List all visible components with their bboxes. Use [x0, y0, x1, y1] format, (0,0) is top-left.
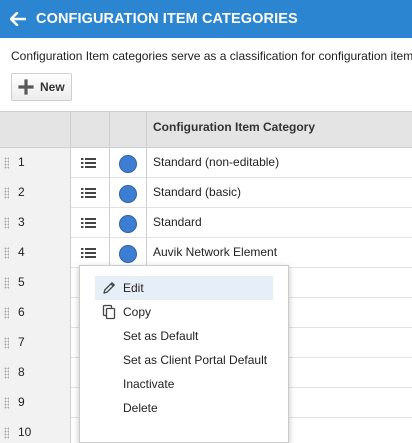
row-menu-icon[interactable]: [80, 215, 98, 231]
copy-icon: [95, 300, 123, 324]
context-menu-item-label: Delete: [123, 401, 158, 415]
category-color-dot: [119, 155, 137, 173]
category-name: Standard (basic): [153, 185, 242, 199]
category-color-dot: [119, 185, 137, 203]
context-menu-item[interactable]: Edit: [95, 276, 273, 300]
plus-icon: [18, 79, 34, 95]
category-name: Standard: [153, 215, 202, 229]
table-row[interactable]: 3 Standard: [0, 208, 412, 238]
row-number-cell: [0, 358, 71, 388]
drag-handle-icon[interactable]: [4, 247, 9, 259]
row-number-cell: [0, 178, 71, 208]
row-number-cell: [0, 388, 71, 418]
back-arrow-icon: [10, 12, 26, 26]
row-number: 8: [18, 365, 25, 379]
row-menu-icon[interactable]: [80, 155, 98, 171]
row-number-cell: [0, 328, 71, 358]
row-number: 7: [18, 335, 25, 349]
context-menu-item-label: Inactivate: [123, 377, 175, 391]
context-menu-item[interactable]: Delete: [95, 396, 273, 420]
back-button[interactable]: [0, 0, 36, 38]
row-number-cell: [0, 268, 71, 298]
category-name: Standard (non-editable): [153, 155, 280, 169]
drag-handle-icon[interactable]: [4, 307, 9, 319]
drag-handle-icon[interactable]: [4, 277, 9, 289]
table-header-row: Configuration Item Category: [0, 112, 412, 148]
table-row[interactable]: 1 Standard (non-editable): [0, 148, 412, 178]
page-header: CONFIGURATION ITEM CATEGORIES: [0, 0, 412, 38]
drag-handle-icon[interactable]: [4, 427, 9, 439]
pencil-icon: [95, 276, 123, 300]
row-number-cell: [0, 418, 71, 443]
new-button[interactable]: New: [11, 73, 72, 101]
context-menu-item[interactable]: Set as Client Portal Default: [95, 348, 273, 372]
context-menu-item[interactable]: Copy: [95, 300, 273, 324]
row-menu-icon[interactable]: [80, 185, 98, 201]
new-button-label: New: [40, 80, 65, 94]
row-number-cell: [0, 238, 71, 268]
context-menu-item[interactable]: Set as Default: [95, 324, 273, 348]
page-description: Configuration Item categories serve as a…: [11, 49, 412, 63]
row-number-cell: [0, 298, 71, 328]
context-menu-item[interactable]: Inactivate: [95, 372, 273, 396]
drag-handle-icon[interactable]: [4, 157, 9, 169]
drag-handle-icon[interactable]: [4, 217, 9, 229]
context-menu-item-label: Set as Default: [123, 329, 199, 343]
row-number: 4: [18, 245, 25, 259]
column-header-category[interactable]: Configuration Item Category: [153, 120, 315, 134]
column-divider: [70, 112, 71, 443]
row-number: 6: [18, 305, 25, 319]
page-title: CONFIGURATION ITEM CATEGORIES: [36, 11, 298, 27]
row-number: 10: [18, 425, 32, 439]
row-context-menu: Edit Copy Set as Default Set as Client Port…: [79, 265, 289, 443]
row-number-cell: [0, 208, 71, 238]
drag-handle-icon[interactable]: [4, 397, 9, 409]
context-menu-item-label: Set as Client Portal Default: [123, 353, 268, 367]
row-number: 2: [18, 185, 25, 199]
row-number: 5: [18, 275, 25, 289]
row-number-cell: [0, 148, 71, 178]
category-color-dot: [119, 245, 137, 263]
drag-handle-icon[interactable]: [4, 367, 9, 379]
drag-handle-icon[interactable]: [4, 187, 9, 199]
category-color-dot: [119, 215, 137, 233]
row-number: 9: [18, 395, 25, 409]
context-menu-item-label: Copy: [123, 305, 152, 319]
category-name: Auvik Network Element: [153, 245, 278, 259]
row-number: 3: [18, 215, 25, 229]
row-number: 1: [18, 155, 25, 169]
table-row[interactable]: 2 Standard (basic): [0, 178, 412, 208]
table-row[interactable]: 4 Auvik Network Element: [0, 238, 412, 268]
row-menu-icon[interactable]: [80, 245, 98, 261]
drag-handle-icon[interactable]: [4, 337, 9, 349]
context-menu-item-label: Edit: [123, 281, 144, 295]
